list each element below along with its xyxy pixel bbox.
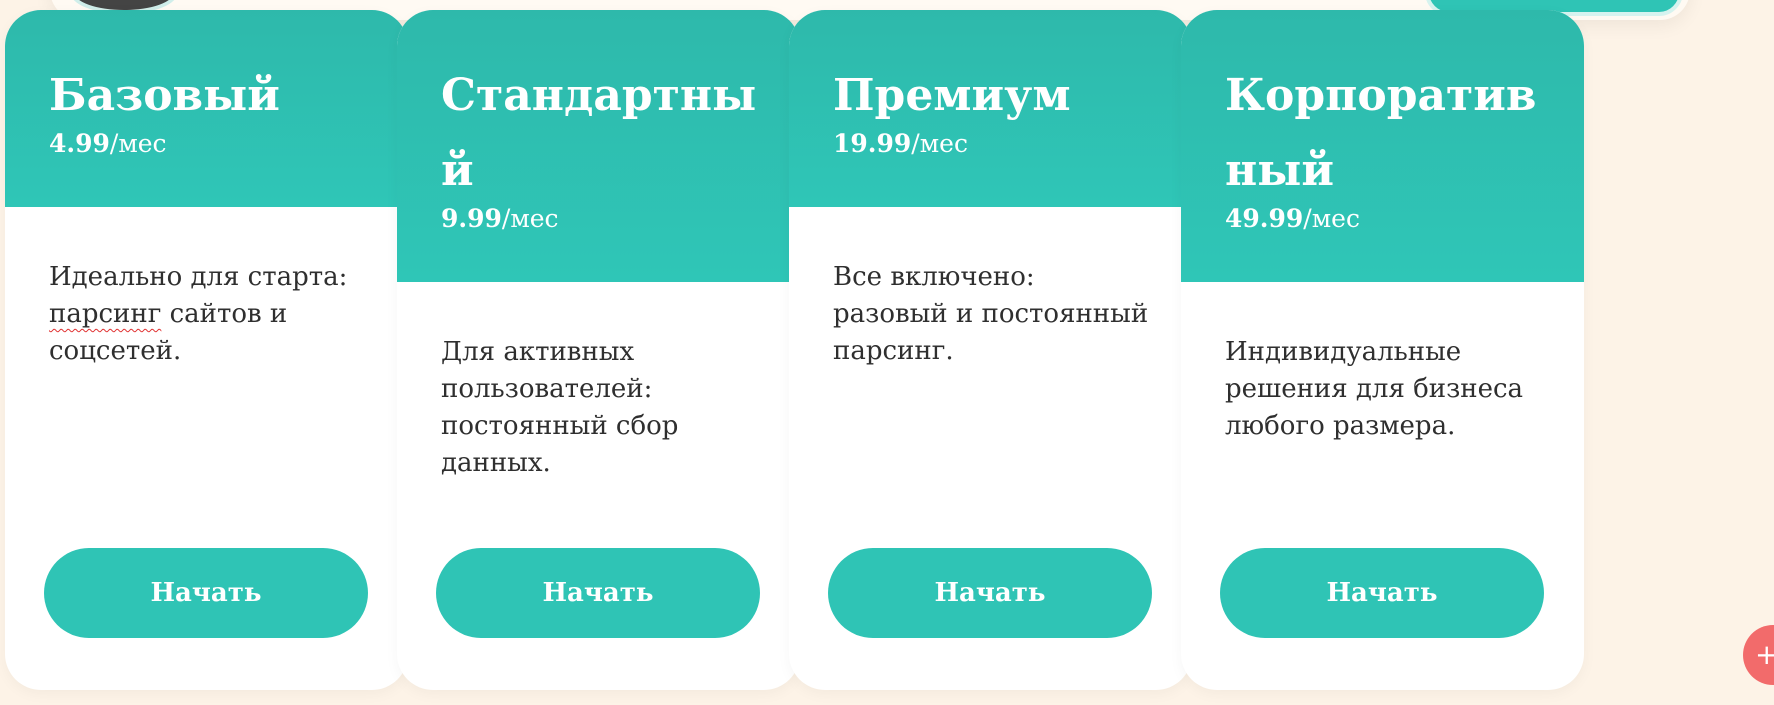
plan-description-text: парсинг: [49, 299, 162, 329]
pricing-card-basic: Базовый 4.99/мес Идеально для старта: па…: [5, 10, 408, 690]
pricing-card-header: Премиум 19.99/мес: [789, 10, 1192, 207]
plan-price: 4.99/мес: [49, 129, 368, 207]
plan-title: Корпоративный: [1225, 70, 1537, 196]
plan-title: Базовый: [49, 70, 280, 121]
pricing-card-header: Корпоративный 49.99/мес: [1181, 10, 1584, 282]
start-button[interactable]: Начать: [1220, 548, 1544, 638]
plan-price: 9.99/мес: [441, 204, 760, 282]
plan-price-amount: 19.99: [833, 129, 912, 158]
plan-price-amount: 4.99: [49, 129, 110, 158]
plan-description-text: Все включено:: [833, 262, 1035, 292]
start-button[interactable]: Начать: [436, 548, 760, 638]
start-button[interactable]: Начать: [828, 548, 1152, 638]
plan-price-amount: 9.99: [441, 204, 502, 233]
pricing-card-corporate: Корпоративный 49.99/мес Индивидуальные р…: [1181, 10, 1584, 690]
plan-title: Стандартный: [441, 70, 757, 196]
plan-price-period: /мес: [911, 129, 968, 158]
plan-description: Индивидуальные решения для бизнеса любог…: [1225, 337, 1524, 441]
pricing-card-header: Стандартный 9.99/мес: [397, 10, 800, 282]
plan-description-text: разовый и постоянный парсинг.: [833, 299, 1149, 366]
pricing-card-header: Базовый 4.99/мес: [5, 10, 408, 207]
plan-description: Для активных пользователей: постоянный с…: [441, 337, 679, 478]
plan-price-period: /мес: [1303, 204, 1360, 233]
plus-icon[interactable]: +: [1743, 625, 1774, 685]
plan-price-period: /мес: [501, 204, 559, 233]
plan-description: Все включено: разовый и постоянный парсин…: [789, 207, 1192, 370]
plan-title: Премиум: [833, 70, 1071, 121]
plan-price-period: /мес: [109, 129, 167, 158]
plan-description-text: Идеально для старта:: [49, 262, 348, 292]
plan-price-amount: 49.99: [1225, 204, 1304, 233]
pricing-card-standard: Стандартный 9.99/мес Для активных пользо…: [397, 10, 800, 690]
start-button[interactable]: Начать: [44, 548, 368, 638]
plan-price: 19.99/мес: [833, 129, 1152, 207]
pricing-card-premium: Премиум 19.99/мес Все включено: разовый и…: [789, 10, 1192, 690]
plan-description: Идеально для старта: парсинг сайтов и со…: [5, 207, 408, 370]
plan-price: 49.99/мес: [1225, 204, 1544, 282]
